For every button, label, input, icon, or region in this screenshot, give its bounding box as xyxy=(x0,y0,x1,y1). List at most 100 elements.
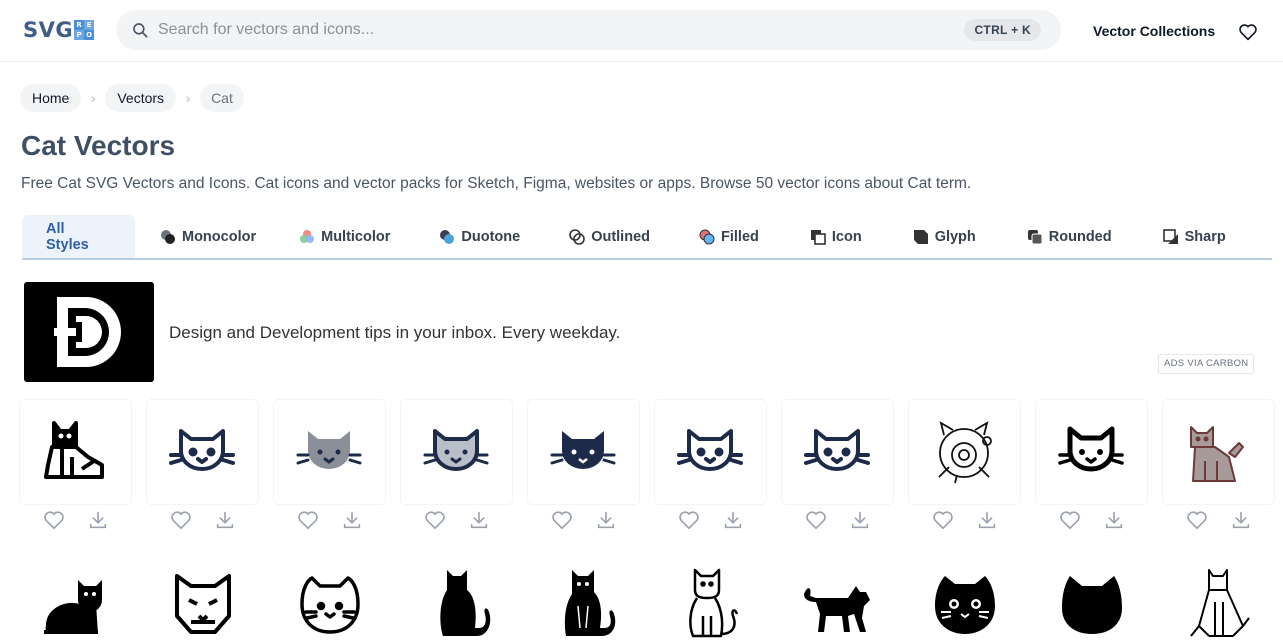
dd-logo-icon xyxy=(54,297,121,367)
download-icon[interactable] xyxy=(722,509,744,531)
logo-letter: P xyxy=(74,30,85,40)
page-subtitle: Free Cat SVG Vectors and Icons. Cat icon… xyxy=(21,175,972,192)
page-title: Cat Vectors xyxy=(21,130,176,161)
heart-icon[interactable] xyxy=(805,509,827,531)
icon-card[interactable] xyxy=(274,560,385,641)
logo-text: SVG xyxy=(23,18,74,42)
heart-icon[interactable] xyxy=(678,509,700,531)
logo-letter: E xyxy=(84,20,95,30)
icon-card[interactable] xyxy=(782,400,893,504)
chevron-right-icon: › xyxy=(91,90,96,106)
icon-card[interactable] xyxy=(1163,560,1274,641)
icon-card[interactable] xyxy=(401,400,512,504)
icon-card[interactable] xyxy=(909,400,1020,504)
tab-label: Monocolor xyxy=(182,228,257,245)
logo-letter: R xyxy=(74,20,85,30)
icon-card[interactable] xyxy=(401,560,512,641)
cat-face-outline-icon xyxy=(169,429,235,471)
cat-face-duotone-icon xyxy=(423,429,489,471)
heart-icon[interactable] xyxy=(424,509,446,531)
card-actions xyxy=(1036,509,1147,539)
download-icon[interactable] xyxy=(976,509,998,531)
tab-all-styles[interactable]: All Styles xyxy=(22,215,135,258)
tab-label: All Styles xyxy=(46,220,89,253)
icon-card[interactable] xyxy=(655,560,766,641)
favorites-heart-icon[interactable] xyxy=(1238,23,1258,41)
icon-card[interactable] xyxy=(20,560,131,641)
icon-card[interactable] xyxy=(147,560,258,641)
tab-rounded[interactable]: Rounded xyxy=(1027,215,1112,258)
tab-multicolor[interactable]: Multicolor xyxy=(299,215,390,258)
tab-monocolor[interactable]: Monocolor xyxy=(160,215,256,258)
icon-card[interactable] xyxy=(528,560,639,641)
icon-card[interactable] xyxy=(274,400,385,504)
download-icon[interactable] xyxy=(849,509,871,531)
multicolor-icon xyxy=(300,229,315,243)
download-icon[interactable] xyxy=(1230,509,1252,531)
tab-label: Filled xyxy=(721,228,759,245)
style-tabs: All Styles Monocolor Multicolor Duotone … xyxy=(22,215,1272,260)
heart-icon[interactable] xyxy=(297,509,319,531)
icon-card[interactable] xyxy=(147,400,258,504)
tab-filled[interactable]: Filled xyxy=(699,215,759,258)
breadcrumb-home[interactable]: Home xyxy=(20,84,82,112)
keyboard-shortcut-badge: CTRL + K xyxy=(964,19,1041,41)
vector-collections-link[interactable]: Vector Collections xyxy=(1093,23,1215,39)
heart-icon[interactable] xyxy=(932,509,954,531)
icon-card[interactable] xyxy=(1163,400,1274,504)
download-icon[interactable] xyxy=(468,509,490,531)
tab-glyph[interactable]: Glyph xyxy=(913,215,976,258)
ad-text[interactable]: Design and Development tips in your inbo… xyxy=(169,323,620,343)
heart-icon[interactable] xyxy=(170,509,192,531)
search-input[interactable] xyxy=(158,10,938,50)
site-logo[interactable]: SVG R E P O xyxy=(23,18,95,42)
ad-logo-dd[interactable] xyxy=(24,282,154,382)
icon-card[interactable] xyxy=(655,400,766,504)
logo-letter: O xyxy=(84,30,95,40)
cat-sitting-multicolor-icon xyxy=(1190,426,1244,482)
heart-icon[interactable] xyxy=(551,509,573,531)
card-actions xyxy=(147,509,258,539)
icon-card[interactable] xyxy=(782,560,893,641)
tab-outlined[interactable]: Outlined xyxy=(569,215,650,258)
heart-icon[interactable] xyxy=(43,509,65,531)
heart-icon[interactable] xyxy=(1059,509,1081,531)
search-icon xyxy=(133,23,148,38)
download-icon[interactable] xyxy=(214,509,236,531)
cat-head-silhouette-icon xyxy=(1062,576,1122,634)
cat-robot-sketch-icon xyxy=(938,421,992,484)
ads-via-carbon-link[interactable]: ADS VIA CARBON xyxy=(1158,354,1255,374)
filled-icon xyxy=(699,229,715,244)
cat-sitting-outline-icon xyxy=(44,421,104,479)
download-icon[interactable] xyxy=(1103,509,1125,531)
tab-duotone[interactable]: Duotone xyxy=(439,215,520,258)
cat-sitting-outline-icon xyxy=(689,568,739,638)
download-icon[interactable] xyxy=(341,509,363,531)
card-actions xyxy=(909,509,1020,539)
glyph-icon xyxy=(913,229,928,244)
cat-lying-black-icon xyxy=(44,580,102,634)
icon-card[interactable] xyxy=(1036,560,1147,641)
tab-icon[interactable]: Icon xyxy=(810,215,862,258)
download-icon[interactable] xyxy=(87,509,109,531)
cat-face-gray-icon xyxy=(296,431,362,469)
card-actions xyxy=(401,509,512,539)
cat-face-round-icon xyxy=(300,576,360,634)
tab-label: Sharp xyxy=(1184,228,1226,245)
heart-icon[interactable] xyxy=(1186,509,1208,531)
icon-card[interactable] xyxy=(1036,400,1147,504)
cat-sitting-black-icon xyxy=(564,570,616,636)
breadcrumb-vectors[interactable]: Vectors xyxy=(105,84,177,112)
tab-sharp[interactable]: Sharp xyxy=(1162,215,1226,258)
chevron-right-icon: › xyxy=(185,90,191,106)
cat-sitting-line-icon xyxy=(1190,569,1250,637)
download-icon[interactable] xyxy=(595,509,617,531)
breadcrumb-current: Cat xyxy=(200,84,244,112)
cat-face-outline-icon xyxy=(677,429,743,471)
search-bar[interactable]: CTRL + K xyxy=(116,10,1061,50)
icon-card[interactable] xyxy=(20,400,131,504)
card-actions xyxy=(274,509,385,539)
icon-card[interactable] xyxy=(909,560,1020,641)
icon-card[interactable] xyxy=(528,400,639,504)
outlined-icon xyxy=(569,228,585,245)
